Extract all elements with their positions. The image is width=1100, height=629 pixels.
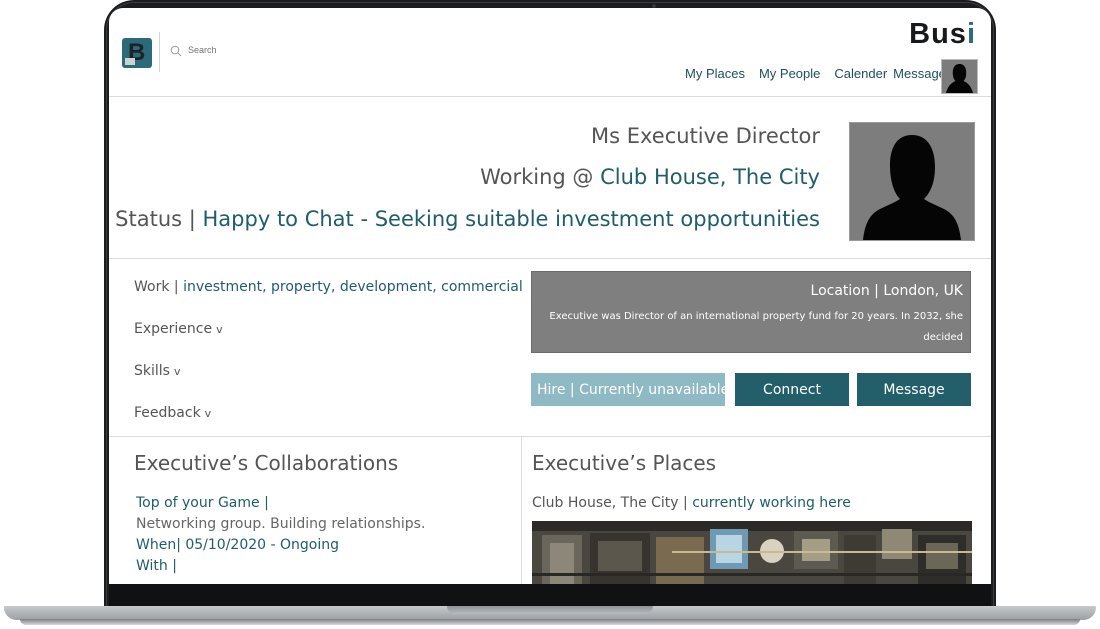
place-separator: |: [678, 495, 693, 511]
place-photo[interactable]: [532, 521, 972, 584]
connect-button[interactable]: Connect: [735, 373, 849, 406]
working-place-link[interactable]: Club House, The City: [600, 165, 820, 189]
status-line: Status | Happy to Chat - Seeking suitabl…: [115, 207, 820, 231]
person-silhouette-icon: [946, 64, 973, 93]
nav-my-places[interactable]: My Places: [685, 66, 745, 81]
collaborations-title: Executive’s Collaborations: [134, 451, 399, 475]
collaborations-panel: Executive’s Collaborations Top of your G…: [109, 437, 522, 584]
profile-name: Ms Executive Director: [590, 124, 820, 148]
top-nav: My Places My People Calender Messages: [685, 66, 952, 81]
person-silhouette-icon: [863, 135, 961, 240]
location-card: Location | London, UK Executive was Dire…: [531, 271, 971, 385]
skills-label: Skills: [134, 363, 170, 379]
laptop-base-shadow: [20, 619, 1080, 625]
bio-line-1: Executive was Director of an internation…: [549, 311, 963, 343]
message-button[interactable]: Message: [857, 373, 971, 406]
laptop-notch: [447, 606, 653, 614]
feedback-label: Feedback: [134, 405, 201, 421]
screen: B Busi My Places My People Calender Mess…: [109, 8, 991, 584]
work-label: Work |: [134, 279, 184, 295]
laptop-chin: [109, 584, 991, 608]
profile-hero: Ms Executive Director Working @ Club Hou…: [109, 97, 991, 259]
working-label: Working @: [480, 165, 601, 189]
experience-label: Experience: [134, 321, 213, 337]
work-tags[interactable]: investment, property, development, comme…: [183, 279, 523, 295]
search-input[interactable]: [188, 45, 328, 55]
collab-with: With |: [136, 558, 177, 574]
skills-toggle[interactable]: Skills v: [134, 363, 180, 379]
profile-details: Work | investment, property, development…: [109, 258, 991, 437]
app-logo[interactable]: B: [122, 38, 152, 68]
working-at: Working @ Club House, The City: [480, 165, 820, 189]
status-label: Status |: [115, 207, 203, 231]
search-icon[interactable]: [170, 45, 182, 57]
feedback-toggle[interactable]: Feedback v: [134, 405, 211, 421]
brand-logo[interactable]: Busi: [909, 18, 976, 51]
location-text: Location | London, UK: [810, 283, 963, 299]
chevron-down-icon: v: [216, 323, 223, 336]
hire-button[interactable]: Hire | Currently unavailable: [531, 373, 729, 406]
nav-calendar[interactable]: Calender: [834, 66, 887, 81]
profile-photo: [849, 122, 975, 241]
chevron-down-icon: v: [173, 365, 181, 378]
collab-when: When| 05/10/2020 - Ongoing: [136, 537, 340, 553]
logo-accent: [125, 58, 135, 65]
collab-group-link[interactable]: Top of your Game |: [136, 495, 269, 511]
place-name[interactable]: Club House, The City: [532, 495, 679, 511]
user-avatar[interactable]: [941, 59, 978, 94]
place-status: currently working here: [692, 495, 851, 511]
place-interior-image: [532, 521, 972, 584]
places-panel: Executive’s Places Club House, The City …: [522, 437, 991, 584]
top-header: B Busi My Places My People Calender Mess…: [109, 8, 991, 97]
places-title: Executive’s Places: [532, 451, 717, 475]
chevron-down-icon: v: [204, 407, 212, 420]
status-text: Happy to Chat - Seeking suitable investm…: [202, 207, 820, 231]
experience-toggle[interactable]: Experience v: [134, 321, 223, 337]
nav-my-people[interactable]: My People: [759, 66, 820, 81]
place-row: Club House, The City | currently working…: [532, 495, 851, 511]
work-row: Work | investment, property, development…: [134, 279, 523, 295]
header-divider: [159, 32, 160, 72]
collab-description: Networking group. Building relationships…: [136, 516, 426, 532]
